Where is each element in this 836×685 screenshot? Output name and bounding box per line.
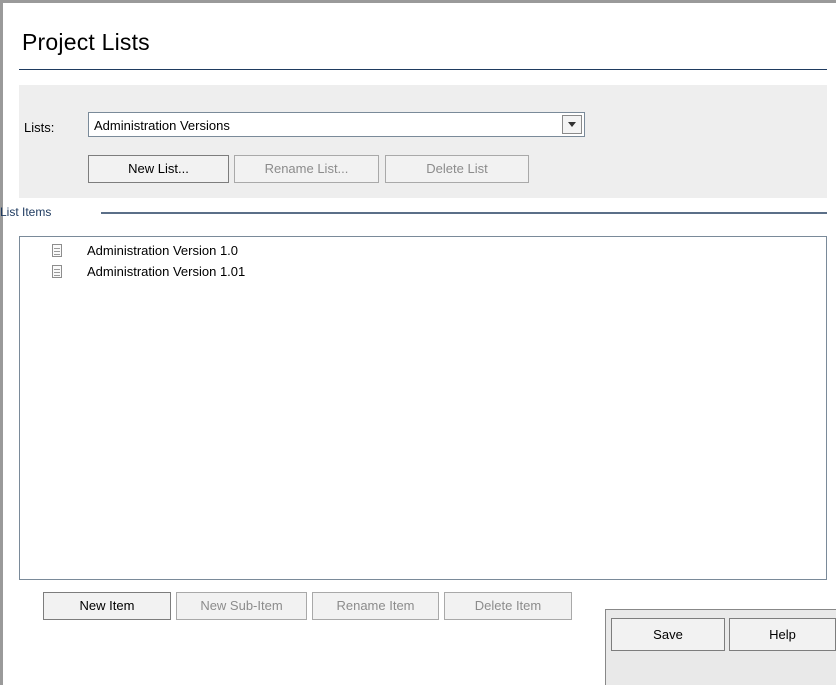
- list-items-section-label: List Items: [0, 205, 52, 219]
- dropdown-arrow-button[interactable]: [562, 115, 582, 134]
- list-item-label: Administration Version 1.0: [87, 243, 239, 258]
- rename-list-button[interactable]: Rename List...: [234, 155, 379, 183]
- lists-panel: Lists: Administration Versions New List.…: [19, 85, 827, 198]
- list-items-divider: [101, 212, 827, 214]
- list-item-label: Administration Version 1.01: [87, 264, 246, 279]
- lists-label: Lists:: [24, 120, 55, 135]
- window-left-border: [0, 0, 3, 685]
- lists-dropdown-value: Administration Versions: [94, 118, 230, 133]
- new-item-button[interactable]: New Item: [43, 592, 171, 620]
- save-button[interactable]: Save: [611, 618, 725, 651]
- document-icon: [52, 244, 62, 257]
- list-items-tree[interactable]: Administration Version 1.0 Administratio…: [19, 236, 827, 580]
- new-sub-item-button[interactable]: New Sub-Item: [176, 592, 307, 620]
- rename-item-button[interactable]: Rename Item: [312, 592, 439, 620]
- delete-item-button[interactable]: Delete Item: [444, 592, 572, 620]
- new-list-button[interactable]: New List...: [88, 155, 229, 183]
- title-divider: [19, 69, 827, 70]
- page-title: Project Lists: [22, 29, 150, 55]
- window-top-border: [0, 0, 836, 3]
- document-icon: [52, 265, 62, 278]
- delete-list-button[interactable]: Delete List: [385, 155, 529, 183]
- chevron-down-icon: [568, 122, 576, 127]
- lists-dropdown[interactable]: Administration Versions: [88, 112, 585, 137]
- help-button[interactable]: Help: [729, 618, 836, 651]
